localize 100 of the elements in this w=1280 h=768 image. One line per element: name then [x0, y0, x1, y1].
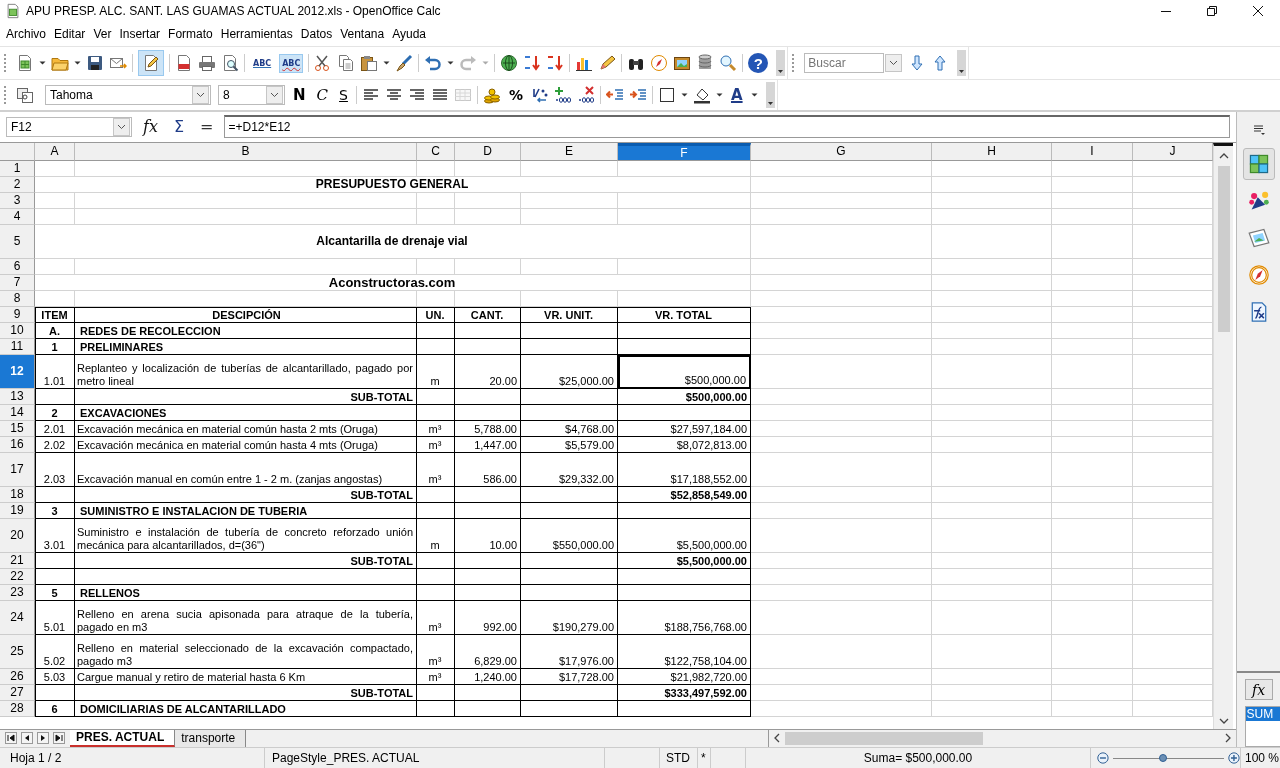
column-header[interactable]: H [932, 142, 1052, 161]
gallery-icon[interactable] [1247, 227, 1270, 249]
border-icon[interactable] [657, 86, 676, 104]
table-cell: A. [35, 322, 75, 339]
copy-icon[interactable] [337, 54, 356, 72]
menu-item[interactable]: Editar [50, 27, 90, 41]
first-sheet-icon[interactable] [5, 732, 17, 745]
sheet-tab[interactable]: PRES. ACTUAL [70, 729, 176, 747]
next-sheet-icon[interactable] [37, 732, 49, 745]
toolbar-overflow-icon[interactable] [957, 50, 967, 76]
function-button[interactable]: fx [1244, 679, 1273, 701]
toolbar-overflow-icon[interactable] [765, 82, 775, 108]
edit-file-icon[interactable] [138, 50, 164, 76]
row-header[interactable]: 20 [0, 518, 35, 553]
printer-icon[interactable] [198, 54, 216, 72]
menu-item[interactable]: Ayuda [388, 27, 430, 41]
text-style-button[interactable]: C [313, 86, 332, 104]
undo-icon[interactable] [424, 54, 443, 72]
function-list-item[interactable]: SUM [1245, 707, 1280, 722]
chevron-down-icon[interactable] [117, 123, 126, 130]
font-size-field[interactable]: 8 [218, 85, 285, 105]
menu-item[interactable]: Ventana [336, 27, 389, 41]
menu-item[interactable]: Archivo [2, 27, 50, 41]
scroll-down-icon[interactable] [1218, 716, 1229, 725]
sort-descending-icon[interactable] [546, 54, 565, 72]
new-spreadsheet-icon[interactable] [16, 54, 34, 72]
compass-icon[interactable] [650, 54, 669, 72]
row-header[interactable]: 24 [0, 600, 35, 635]
pencil-icon[interactable] [598, 54, 617, 72]
menu-item[interactable]: Herramientas [216, 27, 297, 41]
column-header[interactable]: A [35, 142, 75, 161]
scrollbar-thumb[interactable] [785, 731, 983, 745]
toolbar-overflow-icon[interactable] [776, 50, 786, 76]
zoom-icon[interactable] [719, 54, 738, 72]
row-header[interactable]: 25 [0, 634, 35, 669]
chevron-down-icon[interactable] [196, 92, 205, 98]
coins-icon[interactable] [482, 86, 501, 104]
compass-icon[interactable] [1247, 264, 1270, 286]
zoom-out-icon[interactable] [1097, 752, 1109, 764]
text-style-button[interactable]: S [336, 87, 351, 103]
delete-decimal-icon[interactable] [576, 86, 595, 104]
brush-icon[interactable] [395, 54, 414, 72]
font-color-button[interactable]: A [727, 86, 746, 104]
scroll-left-icon[interactable] [773, 733, 781, 744]
row-header[interactable]: 5 [0, 224, 35, 259]
menu-item[interactable]: Formato [164, 27, 217, 41]
zoom-thumb[interactable] [1158, 754, 1167, 762]
percent-button[interactable]: % [505, 87, 526, 103]
paste-icon[interactable] [360, 54, 379, 72]
font-name-field[interactable]: Tahoma [45, 85, 211, 105]
search-field[interactable]: Buscar [804, 53, 885, 73]
column-header[interactable]: I [1052, 142, 1133, 161]
menu-item[interactable]: Insertar [115, 27, 165, 41]
column-header[interactable]: C [417, 142, 455, 161]
menu-icon[interactable] [1252, 124, 1265, 136]
zoom-in-icon[interactable] [1228, 752, 1240, 764]
print-preview-icon[interactable] [221, 54, 239, 72]
column-header[interactable]: E [521, 142, 618, 161]
column-header[interactable]: G [751, 142, 932, 161]
sheet-tab[interactable]: transporte [175, 729, 247, 747]
autospellcheck-button[interactable]: ABC [279, 53, 304, 73]
number-format-icon[interactable] [530, 86, 549, 104]
scroll-right-icon[interactable] [1224, 733, 1232, 744]
picture-icon[interactable] [673, 54, 692, 72]
sort-ascending-icon[interactable] [523, 54, 542, 72]
styles-window-icon[interactable] [16, 86, 34, 104]
globe-icon[interactable] [500, 54, 519, 72]
help-icon[interactable]: ? [748, 53, 769, 73]
formula-button[interactable]: = [195, 117, 219, 137]
scroll-up-icon[interactable] [1218, 151, 1229, 160]
menu-item[interactable]: Ver [89, 27, 116, 41]
chevron-down-icon[interactable] [270, 92, 279, 98]
name-box[interactable]: F12 [6, 116, 132, 137]
text-style-button[interactable]: N [290, 86, 309, 104]
pdf-icon[interactable] [175, 54, 193, 72]
formula-button[interactable]: Σ [168, 117, 190, 137]
add-decimal-icon[interactable] [553, 86, 572, 104]
menu-item[interactable]: Datos [296, 27, 337, 41]
row-header[interactable]: 17 [0, 452, 35, 487]
table-cell [417, 584, 455, 601]
column-header[interactable]: J [1133, 142, 1213, 161]
save-icon[interactable] [86, 54, 104, 72]
styles-icon[interactable] [1247, 190, 1270, 212]
previous-sheet-icon[interactable] [21, 732, 33, 745]
last-sheet-icon[interactable] [53, 732, 65, 745]
fill-bucket-icon[interactable] [692, 86, 711, 104]
merge-cells-icon[interactable] [453, 86, 472, 104]
scrollbar-thumb[interactable] [1217, 165, 1230, 332]
table-cell: $4,768.00 [521, 420, 618, 437]
column-header[interactable]: D [455, 142, 521, 161]
restore-icon[interactable] [1206, 5, 1218, 17]
spellcheck-button[interactable]: ABC [250, 53, 275, 73]
table-cell [455, 684, 521, 701]
formula-field[interactable]: =+D12*E12 [224, 115, 1230, 139]
column-header[interactable]: B [75, 142, 417, 161]
cube-icon[interactable] [1247, 153, 1270, 175]
formula-button[interactable]: fx [138, 117, 163, 137]
column-header[interactable]: F [618, 142, 751, 161]
row-header[interactable]: 12 [0, 354, 35, 389]
close-icon[interactable] [1252, 5, 1264, 17]
